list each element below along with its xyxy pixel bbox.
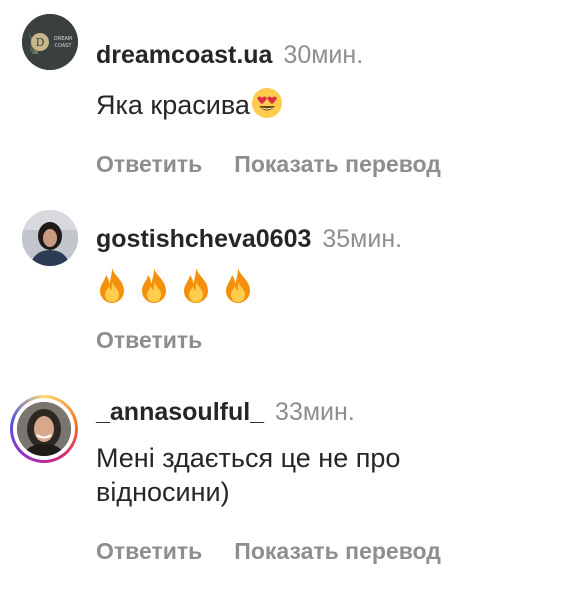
dreamcoast-logo-icon: D DREAM COAST [22, 14, 78, 70]
comment-header: _annasoulful_ 33мин. [96, 397, 554, 427]
user-photo-icon [22, 210, 78, 266]
avatar-dreamcoast[interactable]: D DREAM COAST [22, 14, 78, 70]
fire-icon [96, 266, 128, 304]
reply-button[interactable]: Ответить [96, 537, 202, 565]
reply-button[interactable]: Ответить [96, 326, 202, 354]
comment-text-content: Яка красива [96, 90, 250, 120]
svg-text:COAST: COAST [55, 43, 73, 49]
heart-eyes-emoji-icon [250, 86, 284, 128]
fire-icon [138, 266, 170, 304]
comment-header: dreamcoast.ua 30мин. [96, 40, 554, 70]
comment-text: Яка красива [96, 86, 554, 128]
fire-icon [222, 266, 254, 304]
username[interactable]: gostishcheva0603 [96, 225, 311, 253]
fire-icon [180, 266, 212, 304]
show-translation-button[interactable]: Показать перевод [234, 537, 441, 565]
avatar-annasoulful [17, 402, 71, 456]
comment-text: Мені здається це не про відносини) [96, 443, 401, 507]
show-translation-button[interactable]: Показать перевод [234, 150, 441, 178]
story-ring[interactable] [10, 395, 78, 463]
timestamp: 33мин. [275, 398, 355, 426]
story-ring-gap [13, 398, 75, 460]
comment-body: dreamcoast.ua 30мин. Яка красива Ответит… [96, 40, 554, 178]
comment-actions: Ответить Показать перевод [96, 537, 554, 565]
user-photo-icon [17, 402, 71, 456]
timestamp: 35мин. [322, 225, 403, 253]
reply-button[interactable]: Ответить [96, 150, 202, 178]
comment-actions: Ответить Показать перевод [96, 150, 554, 178]
fire-emojis [96, 266, 554, 306]
svg-text:DREAM: DREAM [54, 36, 72, 42]
username[interactable]: _annasoulful_ [96, 398, 264, 426]
comment-actions: Ответить [96, 326, 554, 354]
username[interactable]: dreamcoast.ua [96, 41, 272, 69]
timestamp: 30мин. [283, 41, 364, 69]
comment-body: _annasoulful_ 33мин. Мені здається це не… [96, 397, 554, 565]
comment-body: gostishcheva0603 35мин. Ответить [96, 224, 554, 354]
avatar-gostishcheva[interactable] [22, 210, 78, 266]
comment-header: gostishcheva0603 35мин. [96, 224, 554, 254]
svg-text:D: D [36, 36, 45, 49]
